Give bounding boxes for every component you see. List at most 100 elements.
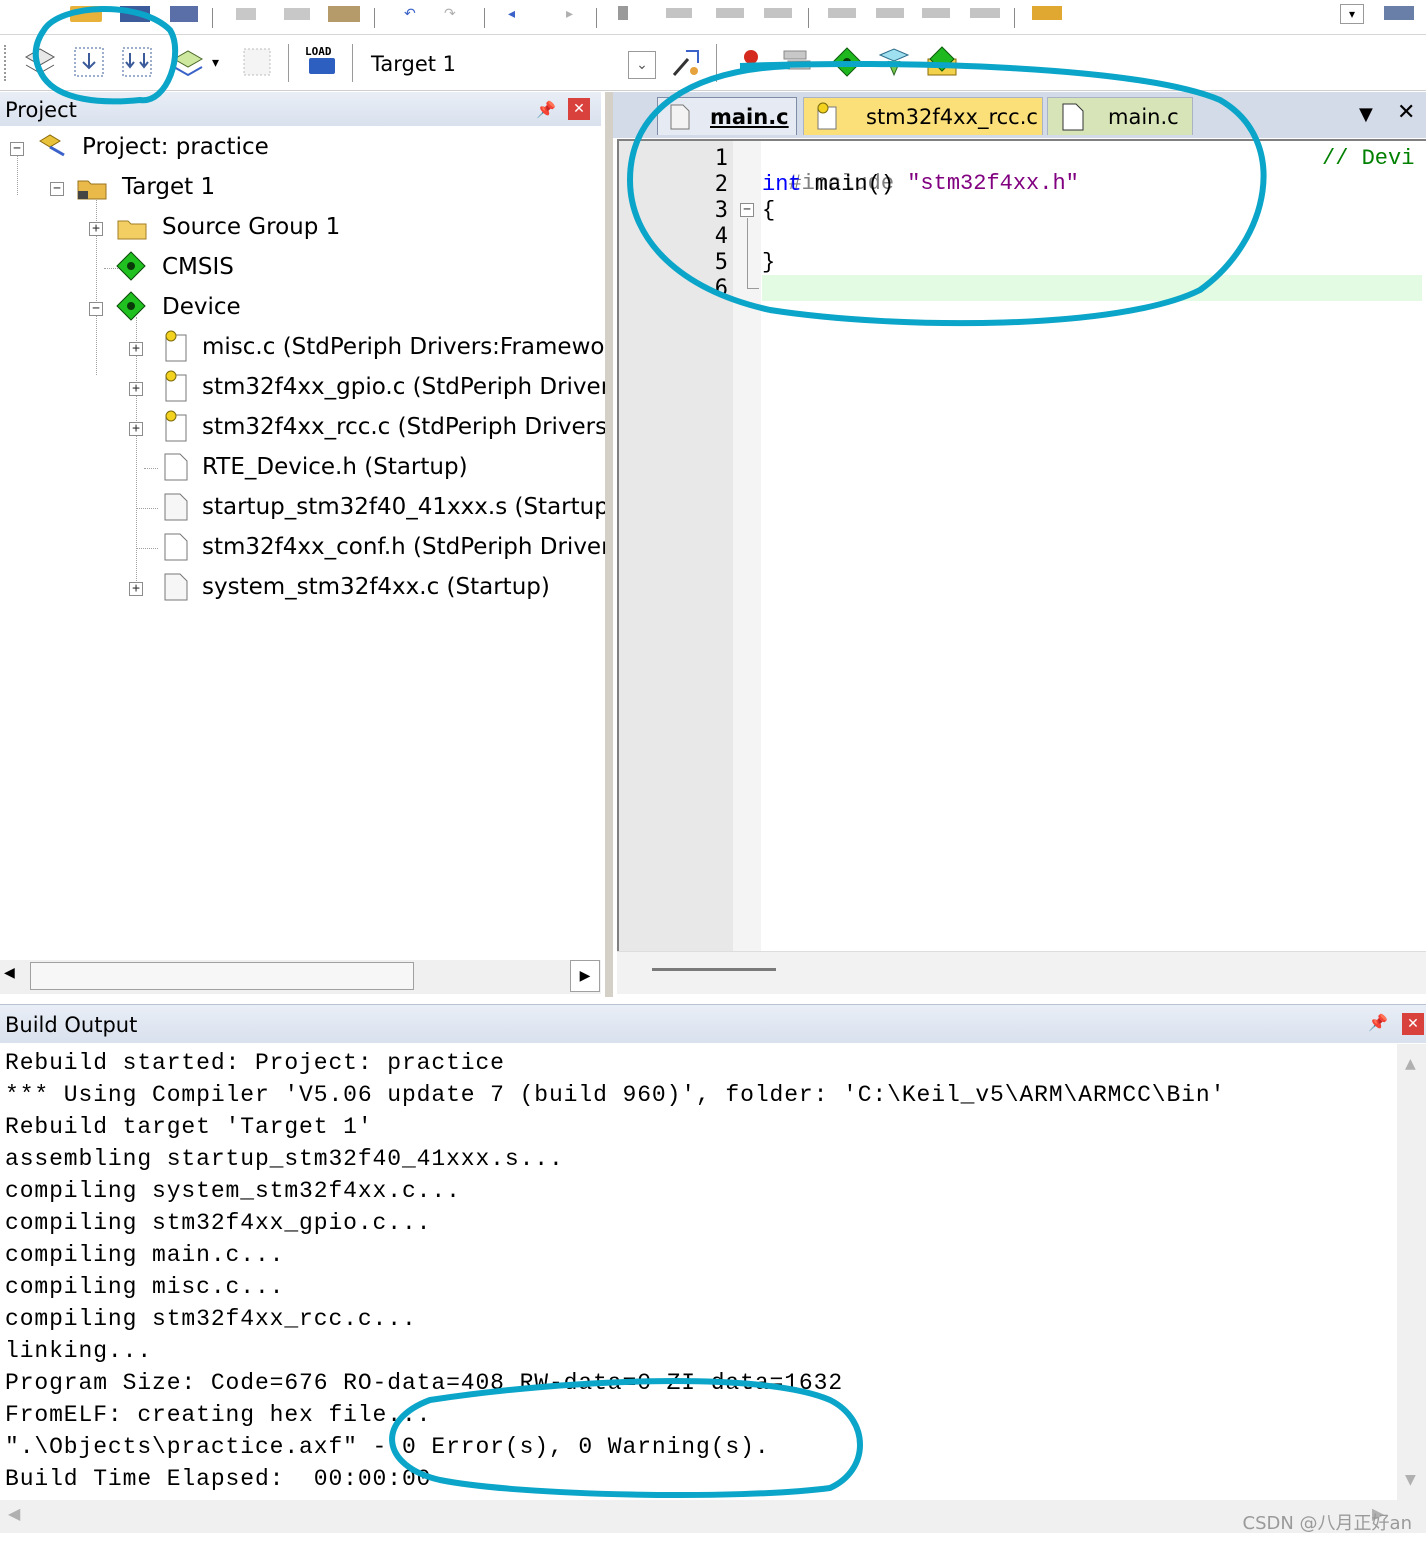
chevron-down-icon[interactable]: ▾ — [1340, 4, 1364, 24]
nav-back-icon[interactable]: ◂ — [508, 6, 515, 22]
menu-toolbar: ↶ ↷ ◂ ▸ ▾ — [0, 0, 1426, 35]
file-icon — [1062, 103, 1084, 131]
tree-target[interactable]: Target 1 — [122, 174, 215, 200]
expand-toggle[interactable]: + — [129, 422, 143, 436]
close-build-output-button[interactable]: ✕ — [1402, 1013, 1424, 1035]
target-select[interactable]: Target 1 — [371, 52, 456, 76]
tree-file[interactable]: misc.c (StdPeriph Drivers:Framework) — [202, 334, 605, 360]
collapse-toggle[interactable]: − — [89, 302, 103, 316]
watermark: CSDN @八月正好an — [1242, 1513, 1412, 1534]
file-key-icon — [165, 330, 187, 362]
tree-file[interactable]: RTE_Device.h (Startup) — [202, 454, 468, 480]
expand-toggle[interactable]: + — [89, 222, 103, 236]
next-bookmark-icon[interactable] — [716, 8, 744, 18]
build-output-vertical-scrollbar[interactable]: ▲ ▼ — [1397, 1044, 1426, 1500]
tree-file[interactable]: system_stm32f4xx.c (Startup) — [202, 574, 550, 600]
expand-toggle[interactable]: + — [129, 342, 143, 356]
scroll-right-icon[interactable]: ▶ — [570, 960, 600, 992]
scroll-thumb[interactable] — [652, 968, 776, 971]
file-icon — [164, 533, 188, 561]
line-number: 2 — [714, 172, 728, 197]
component-diamond-icon — [116, 291, 146, 321]
build-output-log[interactable]: Rebuild started: Project: practice *** U… — [0, 1044, 1396, 1500]
stop-build-icon[interactable] — [240, 45, 274, 79]
paste-icon[interactable] — [328, 6, 360, 22]
scroll-down-icon[interactable]: ▼ — [1405, 1472, 1416, 1488]
redo-icon[interactable]: ↷ — [444, 6, 458, 22]
scroll-left-icon[interactable]: ◀ — [8, 1504, 20, 1523]
expand-toggle[interactable]: + — [129, 582, 143, 596]
editor-horizontal-scrollbar[interactable] — [617, 951, 1426, 994]
manage-components-icon[interactable] — [780, 45, 814, 79]
open-folder-icon[interactable] — [70, 6, 102, 22]
pin-icon[interactable]: 📌 — [1368, 1013, 1388, 1032]
rte-manage-icon[interactable] — [830, 45, 864, 79]
find-in-files-icon[interactable] — [1032, 6, 1062, 20]
pack-installer-icon[interactable] — [924, 45, 960, 79]
bookmark-icon[interactable] — [618, 6, 628, 20]
window-icon[interactable] — [1384, 6, 1414, 20]
unindent-icon[interactable] — [876, 8, 904, 18]
toolbar-grip[interactable] — [4, 45, 10, 81]
log-line: compiling main.c... — [5, 1242, 285, 1268]
file-key-icon — [817, 102, 837, 130]
tree-cmsis[interactable]: CMSIS — [162, 254, 234, 280]
tree-project[interactable]: Project: practice — [82, 134, 269, 160]
undo-icon[interactable]: ↶ — [404, 6, 418, 22]
tab-label: stm32f4xx_rcc.c — [866, 105, 1038, 129]
build-icon[interactable] — [72, 45, 106, 79]
cut-icon[interactable] — [236, 8, 256, 20]
line-number: 5 — [714, 250, 728, 275]
expand-toggle[interactable]: + — [129, 382, 143, 396]
line-number: 6 — [714, 276, 728, 301]
indent-icon[interactable] — [828, 8, 856, 18]
tree-file[interactable]: stm32f4xx_rcc.c (StdPeriph Drivers:RC — [202, 414, 605, 440]
tree-file[interactable]: startup_stm32f40_41xxx.s (Startup) — [202, 494, 605, 520]
collapse-toggle[interactable]: − — [50, 182, 64, 196]
tab-label: main.c — [710, 105, 789, 129]
code-line-2: int main() — [762, 172, 894, 197]
load-download-icon[interactable]: LOAD — [305, 45, 341, 81]
nav-forward-icon[interactable]: ▸ — [566, 6, 573, 22]
project-horizontal-scrollbar[interactable]: ◀ ▶ — [0, 960, 601, 994]
tab-list-dropdown-icon[interactable]: ▼ — [1359, 104, 1373, 125]
options-for-target-icon[interactable] — [668, 45, 704, 81]
tab-rcc[interactable]: stm32f4xx_rcc.c — [803, 97, 1043, 135]
translate-icon[interactable] — [22, 45, 58, 79]
build-output-header: Build Output 📌 ✕ — [0, 1004, 1426, 1043]
save-all-icon[interactable] — [170, 6, 198, 22]
dropdown-arrow-icon[interactable]: ▾ — [212, 55, 219, 71]
save-icon[interactable] — [120, 6, 150, 22]
build-output-horizontal-scrollbar[interactable]: ◀ ▶ — [0, 1500, 1426, 1533]
select-packs-icon[interactable] — [876, 45, 912, 79]
tree-file[interactable]: stm32f4xx_conf.h (StdPeriph Drivers:F — [202, 534, 605, 560]
pin-icon[interactable]: 📌 — [536, 100, 556, 119]
close-tab-icon[interactable]: ✕ — [1397, 100, 1415, 125]
build-toolbar: ▾ LOAD Target 1 ⌄ — [0, 35, 1426, 91]
clear-bookmarks-icon[interactable] — [764, 8, 792, 18]
start-debug-icon[interactable] — [734, 45, 768, 79]
build-output-title: Build Output — [5, 1013, 138, 1037]
panel-splitter[interactable] — [605, 92, 613, 997]
close-project-panel-button[interactable]: ✕ — [568, 98, 590, 120]
prev-bookmark-icon[interactable] — [666, 8, 692, 18]
tab-main-c-active[interactable]: main.c — [657, 97, 797, 135]
log-line: Program Size: Code=676 RO-data=408 RW-da… — [5, 1370, 844, 1396]
tree-source-group[interactable]: Source Group 1 — [162, 214, 340, 240]
scroll-thumb[interactable] — [30, 962, 414, 990]
collapse-toggle[interactable]: − — [10, 142, 24, 156]
tab-main-c[interactable]: main.c — [1047, 97, 1193, 135]
comment-icon[interactable] — [922, 8, 950, 18]
scroll-up-icon[interactable]: ▲ — [1405, 1056, 1416, 1072]
log-line: linking... — [5, 1338, 153, 1364]
tree-device[interactable]: Device — [162, 294, 241, 320]
uncomment-icon[interactable] — [970, 8, 1000, 18]
copy-icon[interactable] — [284, 8, 310, 20]
target-select-dropdown[interactable]: ⌄ — [628, 51, 656, 79]
scroll-left-icon[interactable]: ◀ — [4, 965, 15, 981]
folder-icon — [117, 220, 147, 240]
fold-toggle[interactable]: − — [740, 203, 754, 217]
rebuild-icon[interactable] — [120, 45, 154, 79]
tree-file[interactable]: stm32f4xx_gpio.c (StdPeriph Drivers:G — [202, 374, 605, 400]
batch-build-icon[interactable] — [170, 45, 206, 79]
